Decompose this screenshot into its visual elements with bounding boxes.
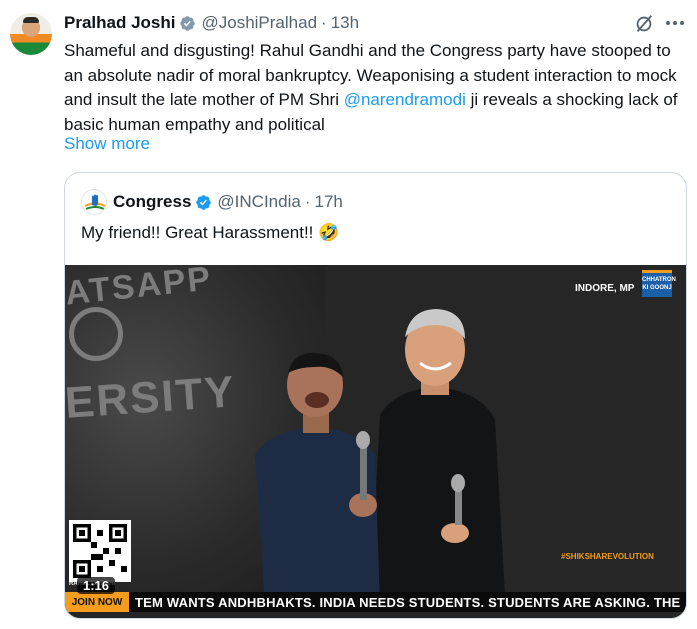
ticker-text: TEM WANTS ANDHBHAKTS. INDIA NEEDS STUDEN… [135,594,681,610]
grok-icon[interactable] [633,13,655,35]
quoted-author-handle[interactable]: @INCIndia [217,192,300,212]
quoted-text: My friend!! Great Harassment!! 🤣 [81,223,340,242]
quoted-time[interactable]: 17h [315,192,343,212]
show-more-link[interactable]: Show more [64,134,150,154]
video-duration-badge: 1:16 [77,577,116,594]
brand-logo: CHHATRON KI GOONJ [642,270,676,297]
separator-dot: · [304,192,311,211]
student-figure [255,352,380,605]
quoted-author-name[interactable]: Congress [113,192,191,212]
quoted-tweet-card[interactable]: Congress @INCIndia · 17h My friend!! Gre… [64,172,687,619]
video-player[interactable]: ATSAPP ERSITY INDORE, MP CHHATRON KI GOO… [65,265,686,618]
join-now-label: JOIN NOW [65,592,129,612]
more-options-icon[interactable] [662,12,688,34]
qr-code-icon [69,520,131,582]
author-handle[interactable]: @JoshiPralhad [201,13,317,33]
mention-link[interactable]: @narendramodi [344,90,466,109]
tweet-time[interactable]: 13h [331,13,359,33]
whatsapp-logo-icon [69,307,123,361]
verified-badge-icon [180,15,196,31]
congress-logo-avatar [81,189,107,215]
congress-hand-icon [84,194,106,210]
location-tag: INDORE, MP [575,283,635,294]
author-name[interactable]: Pralhad Joshi [64,13,175,33]
author-avatar[interactable] [10,13,52,55]
verified-badge-icon [196,194,212,210]
tweet-header: Pralhad Joshi @JoshiPralhad · 13h [64,12,359,34]
separator-dot: · [321,13,327,32]
news-ticker: JOIN NOW TEM WANTS ANDHBHAKTS. INDIA NEE… [65,592,686,612]
tweet-body: Shameful and disgusting! Rahul Gandhi an… [64,39,694,137]
video-hashtag: #SHIKSHAREVOLUTION [561,552,654,561]
quoted-header: Congress @INCIndia · 17h [113,190,343,214]
